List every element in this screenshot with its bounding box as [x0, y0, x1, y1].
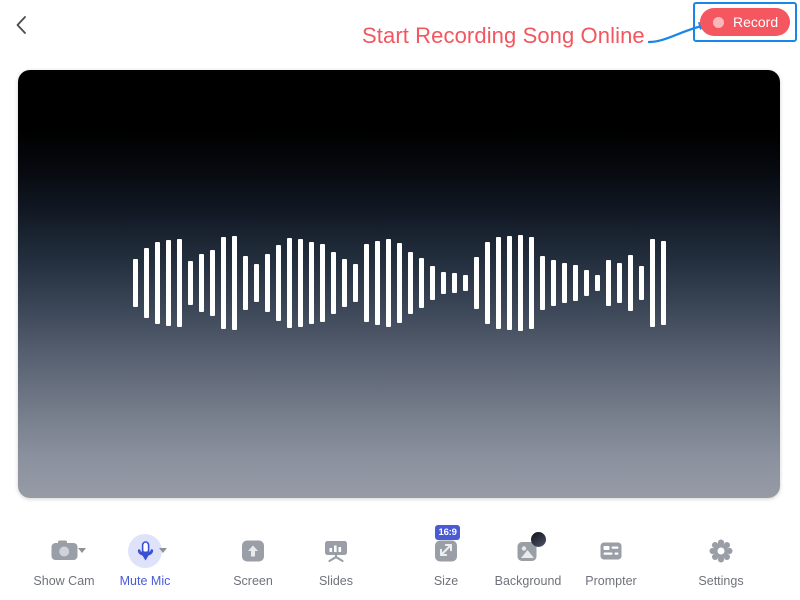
mute-mic-caret-icon[interactable]: [159, 548, 167, 553]
bottom-toolbar: Show Cam Mute Mic Screen Slides 16:9 Siz…: [0, 510, 800, 600]
waveform-bar: [528, 237, 534, 329]
waveform-bar: [363, 244, 369, 322]
screen-icon-wrap: [230, 534, 276, 568]
waveform-bar: [451, 273, 457, 293]
show-cam-caret-icon[interactable]: [78, 548, 86, 553]
gear-icon: [709, 539, 733, 563]
waveform-bar: [396, 243, 402, 323]
waveform-bar: [418, 258, 424, 308]
resize-icon: [435, 540, 457, 562]
chevron-left-icon: [16, 16, 26, 34]
tool-prompter[interactable]: Prompter: [563, 534, 659, 588]
waveform-bar: [561, 263, 567, 303]
camera-icon: [51, 540, 77, 560]
tool-label-size: Size: [433, 574, 459, 588]
waveform-bar: [176, 239, 182, 327]
waveform-bar: [484, 242, 490, 324]
waveform-bar: [352, 264, 358, 302]
waveform-bar: [539, 256, 545, 310]
tool-background[interactable]: Background: [480, 532, 576, 588]
waveform-bar: [198, 254, 204, 312]
waveform-bar: [605, 260, 611, 306]
waveform-bar: [242, 256, 248, 310]
waveform-bar: [462, 275, 468, 291]
annotation-text: Start Recording Song Online: [362, 23, 645, 48]
tool-settings[interactable]: Settings: [673, 534, 769, 588]
size-badge: 16:9: [435, 525, 461, 540]
mic-circle: [128, 534, 162, 568]
video-preview[interactable]: [18, 70, 780, 498]
tool-label-show-cam: Show Cam: [33, 574, 95, 588]
waveform-bar: [143, 248, 149, 318]
waveform-bar: [154, 242, 160, 324]
background-color-dot-icon: [531, 532, 546, 547]
recorder-app: Start Recording Song Online Record Show …: [0, 0, 800, 600]
record-button[interactable]: Record: [700, 8, 790, 36]
waveform-bar: [374, 241, 380, 325]
waveform-bar: [341, 259, 347, 307]
tool-slides[interactable]: Slides: [288, 534, 384, 588]
waveform-bar: [583, 270, 589, 296]
waveform-bar: [286, 238, 292, 328]
tool-label-mute-mic: Mute Mic: [119, 574, 171, 588]
mute-mic-icon-wrap: [122, 534, 168, 568]
waveform-bar: [264, 254, 270, 312]
waveform-bar: [649, 239, 655, 327]
waveform-bar: [429, 266, 435, 300]
settings-icon-wrap: [698, 534, 744, 568]
waveform-bar: [550, 260, 556, 306]
tool-label-background: Background: [494, 574, 562, 588]
slides-icon: [325, 541, 347, 563]
slides-icon-wrap: [313, 534, 359, 568]
size-icon-wrap: 16:9: [423, 525, 469, 568]
waveform-bar: [517, 235, 523, 331]
waveform-bar: [495, 237, 501, 329]
waveform-bar: [297, 239, 303, 327]
waveform-bar: [220, 237, 226, 329]
waveform-bar: [385, 239, 391, 327]
tool-mute-mic[interactable]: Mute Mic: [97, 534, 193, 588]
waveform-bar: [660, 241, 666, 325]
waveform-bar: [627, 255, 633, 311]
prompter-icon-wrap: [588, 534, 634, 568]
tool-label-settings: Settings: [698, 574, 744, 588]
waveform-bar: [473, 257, 479, 309]
waveform-bar: [616, 263, 622, 303]
microphone-icon: [137, 540, 153, 560]
record-dot-icon: [713, 16, 724, 28]
back-button[interactable]: [6, 10, 36, 40]
tool-label-prompter: Prompter: [585, 574, 637, 588]
waveform-bar: [275, 245, 281, 321]
waveform-bar: [440, 272, 446, 294]
waveform-bar: [209, 250, 215, 316]
audio-waveform: [18, 70, 780, 498]
tool-screen[interactable]: Screen: [205, 534, 301, 588]
top-bar: Start Recording Song Online Record: [0, 0, 800, 58]
waveform-bar: [594, 275, 600, 291]
waveform-bar: [231, 236, 237, 330]
waveform-bar: [638, 266, 644, 300]
waveform-bar: [165, 240, 171, 326]
waveform-bar: [132, 259, 138, 307]
background-icon-wrap: [505, 532, 551, 568]
waveform-bar: [506, 236, 512, 330]
waveform-bar: [330, 252, 336, 314]
waveform-bar: [319, 244, 325, 322]
screen-share-icon: [242, 540, 264, 562]
tool-label-slides: Slides: [318, 574, 354, 588]
waveform-bar: [572, 265, 578, 301]
record-button-label: Record: [733, 14, 779, 30]
waveform-bar: [187, 261, 193, 305]
tool-label-screen: Screen: [233, 574, 273, 588]
waveform-bar: [253, 264, 259, 302]
waveform-bar: [407, 252, 413, 314]
show-cam-icon-wrap: [41, 534, 87, 568]
waveform-bar: [308, 242, 314, 324]
teleprompter-icon: [600, 542, 622, 560]
